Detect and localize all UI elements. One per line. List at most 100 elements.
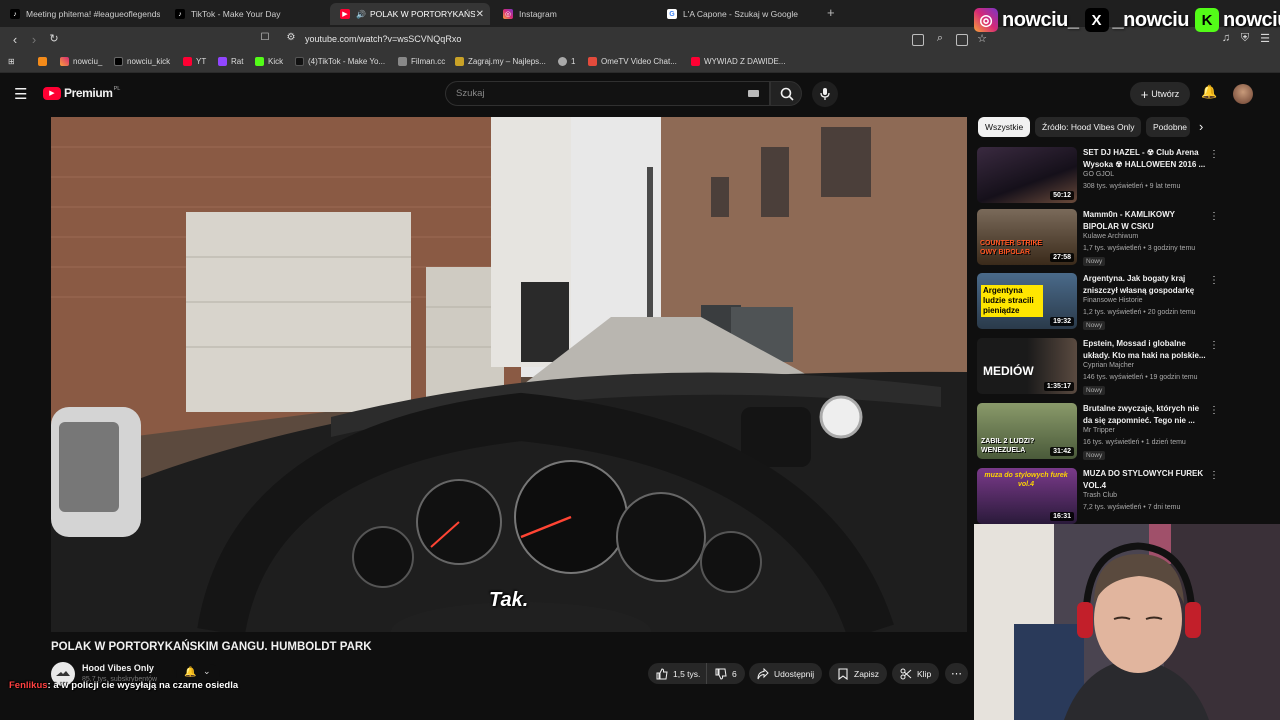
create-button[interactable]: + Utwórz — [1130, 82, 1190, 106]
video-duration: 31:42 — [1050, 447, 1074, 456]
tab-tiktok-live[interactable]: ♪ Meeting phitema! #leagueoflegends — [0, 3, 160, 25]
clip-button[interactable]: Klip — [892, 663, 940, 684]
recommended-title[interactable]: Brutalne zwyczaje, których nie da się za… — [1083, 403, 1207, 426]
instagram-icon — [60, 57, 69, 66]
bookmark-ometv[interactable]: OmeTV Video Chat... — [588, 57, 677, 66]
bookmark-filman[interactable]: Filman.cc — [398, 57, 445, 66]
recommended-title[interactable]: Epstein, Mossad i globalne układy. Kto m… — [1083, 338, 1207, 361]
back-icon[interactable]: ‹ — [7, 32, 23, 47]
tab-instagram[interactable]: ◎ Instagram — [493, 3, 653, 25]
bookmark-rat[interactable]: Rat — [218, 57, 243, 66]
new-badge: Nowy — [1083, 451, 1106, 460]
save-button[interactable]: Zapisz — [829, 663, 888, 684]
recommended-title[interactable]: MUZA DO STYLOWYCH FUREK VOL.4 — [1083, 468, 1207, 491]
chevron-right-icon[interactable]: › — [1199, 119, 1203, 134]
video-thumbnail[interactable]: MEDIÓW 1:35:17 — [977, 338, 1077, 394]
tab-tiktok[interactable]: ♪ TikTok - Make Your Day — [165, 3, 325, 25]
google-icon: G — [667, 9, 677, 19]
youtube-logo[interactable]: ▶ Premium PL — [43, 86, 120, 100]
close-tab-icon[interactable]: ✕ — [476, 9, 484, 20]
tiktok-icon: ♪ — [10, 9, 20, 19]
bookmark-tiktok[interactable]: (4)TikTok - Make Yo... — [295, 57, 385, 66]
bookmark-x[interactable]: nowciu_kick — [114, 57, 170, 66]
address-bar[interactable]: youtube.com/watch?v=wsSCVNQqRxo — [305, 34, 461, 44]
bookmark-instagram[interactable]: nowciu_ — [60, 57, 102, 66]
recommended-video[interactable]: 50:12 SET DJ HAZEL - ☢ Club Arena Wysoka… — [977, 147, 1219, 205]
more-actions-button[interactable]: ⋯ — [945, 663, 968, 684]
recommended-video[interactable]: muza do stylowych furek vol.4 16:31 MUZA… — [977, 468, 1219, 526]
bookmark-rss[interactable] — [38, 57, 51, 66]
video-player[interactable]: Tak. — [51, 117, 967, 632]
video-thumbnail[interactable]: muza do stylowych furek vol.4 16:31 — [977, 468, 1077, 524]
scissors-icon — [900, 668, 912, 679]
more-vertical-icon[interactable]: ⋮ — [1209, 405, 1219, 416]
bookmark-label: 1 — [571, 57, 576, 66]
stream-chat-message: Fenlikus: a w policji cie wysyłają na cz… — [9, 680, 238, 691]
more-horizontal-icon: ⋯ — [951, 668, 962, 680]
share-icon[interactable] — [956, 34, 968, 46]
video-thumbnail[interactable]: 50:12 — [977, 147, 1077, 203]
youtube-icon: ▶ — [340, 9, 350, 19]
recommended-channel[interactable]: Mr Tripper — [1083, 427, 1115, 434]
more-vertical-icon[interactable]: ⋮ — [1209, 470, 1219, 481]
apps-grid-icon[interactable]: ⊞ — [8, 57, 15, 66]
keyboard-icon[interactable] — [748, 90, 759, 97]
bookmark-label: nowciu_ — [73, 57, 103, 66]
search-button[interactable] — [770, 81, 802, 106]
bookmark-1[interactable]: 1 — [558, 57, 575, 66]
search-input[interactable]: Szukaj — [445, 81, 770, 106]
hamburger-menu-icon[interactable]: ☰ — [14, 85, 27, 103]
recommended-video[interactable]: MEDIÓW 1:35:17 Epstein, Mossad i globaln… — [977, 338, 1219, 396]
thumbs-down-icon — [715, 668, 727, 680]
more-vertical-icon[interactable]: ⋮ — [1209, 149, 1219, 160]
voice-search-button[interactable] — [812, 81, 838, 107]
bookmark-label: nowciu_kick — [127, 57, 171, 66]
social-kick: K nowciu — [1195, 8, 1280, 32]
share-button[interactable]: Udostępnij — [749, 663, 823, 684]
recommended-channel[interactable]: Trash Club — [1083, 492, 1117, 499]
recommended-title[interactable]: SET DJ HAZEL - ☢ Club Arena Wysoka ☢ HAL… — [1083, 147, 1207, 170]
recommended-channel[interactable]: GO GJOL — [1083, 171, 1114, 178]
notifications-bell-icon[interactable]: 🔔 — [1201, 84, 1217, 100]
bookmark-icon[interactable]: ☐ — [257, 32, 273, 43]
mail-icon — [588, 57, 597, 66]
channel-name[interactable]: Hood Vibes Only — [82, 663, 154, 673]
cast-icon[interactable] — [912, 34, 924, 46]
new-tab-icon[interactable]: + — [827, 5, 835, 20]
recommended-video[interactable]: Argentyna ludzie stracili pieniądze 19:3… — [977, 273, 1219, 331]
avatar[interactable] — [1233, 84, 1253, 104]
like-button[interactable]: 1,5 tys. — [648, 663, 709, 684]
recommended-video[interactable]: COUNTER STRIKE OWY BIPOLAR 27:58 Mamm0n … — [977, 209, 1219, 267]
chip-source[interactable]: Źródło: Hood Vibes Only — [1035, 117, 1142, 137]
bookmark-yt[interactable]: YT — [183, 57, 206, 66]
recommended-title[interactable]: Mamm0n - KAMLIKOWY BIPOLAR W CSKU — [1083, 209, 1207, 232]
thumbs-up-icon — [656, 667, 668, 679]
tab-google[interactable]: G L'A Capone - Szukaj w Google — [657, 3, 822, 25]
video-thumbnail[interactable]: ZABIŁ 2 LUDZI? WENEZUELA 31:42 — [977, 403, 1077, 459]
recommended-video[interactable]: ZABIŁ 2 LUDZI? WENEZUELA 31:42 Brutalne … — [977, 403, 1219, 461]
video-thumbnail[interactable]: Argentyna ludzie stracili pieniądze 19:3… — [977, 273, 1077, 329]
dislike-button[interactable]: 6 — [706, 663, 745, 684]
chip-all[interactable]: Wszystkie — [978, 117, 1031, 137]
bookmark-label: Kick — [268, 57, 284, 66]
bookmark-zagraj[interactable]: Zagraj.my – Najleps... — [455, 57, 546, 66]
tab-youtube-video[interactable]: ▶ 🔊 POLAK W PORTORYKAŃSKIM ✕ — [330, 3, 490, 25]
bookmark-save-icon — [838, 667, 848, 680]
chip-related[interactable]: Podobne — [1146, 117, 1190, 137]
reload-icon[interactable]: ↻ — [46, 32, 62, 45]
recommended-channel[interactable]: Finansowe Historie — [1083, 297, 1143, 304]
recommended-title[interactable]: Argentyna. Jak bogaty kraj zniszczył wła… — [1083, 273, 1207, 296]
recommended-channel[interactable]: Kulawe Archiwum — [1083, 233, 1138, 240]
bookmark-wywiad[interactable]: WYWIAD Z DAWIDE... — [691, 57, 785, 66]
more-vertical-icon[interactable]: ⋮ — [1209, 275, 1219, 286]
video-thumbnail[interactable]: COUNTER STRIKE OWY BIPOLAR 27:58 — [977, 209, 1077, 265]
chip-label: Podobne — [1153, 122, 1188, 132]
more-vertical-icon[interactable]: ⋮ — [1209, 340, 1219, 351]
x-icon: X — [1084, 8, 1109, 32]
recommended-channel[interactable]: Cyprian Majcher — [1083, 362, 1134, 369]
zoom-icon[interactable]: ⌕ — [932, 32, 948, 45]
site-settings-icon[interactable]: ⚙ — [283, 32, 299, 43]
forward-icon[interactable]: › — [26, 32, 42, 47]
bookmark-kick[interactable]: Kick — [255, 57, 283, 66]
more-vertical-icon[interactable]: ⋮ — [1209, 211, 1219, 222]
